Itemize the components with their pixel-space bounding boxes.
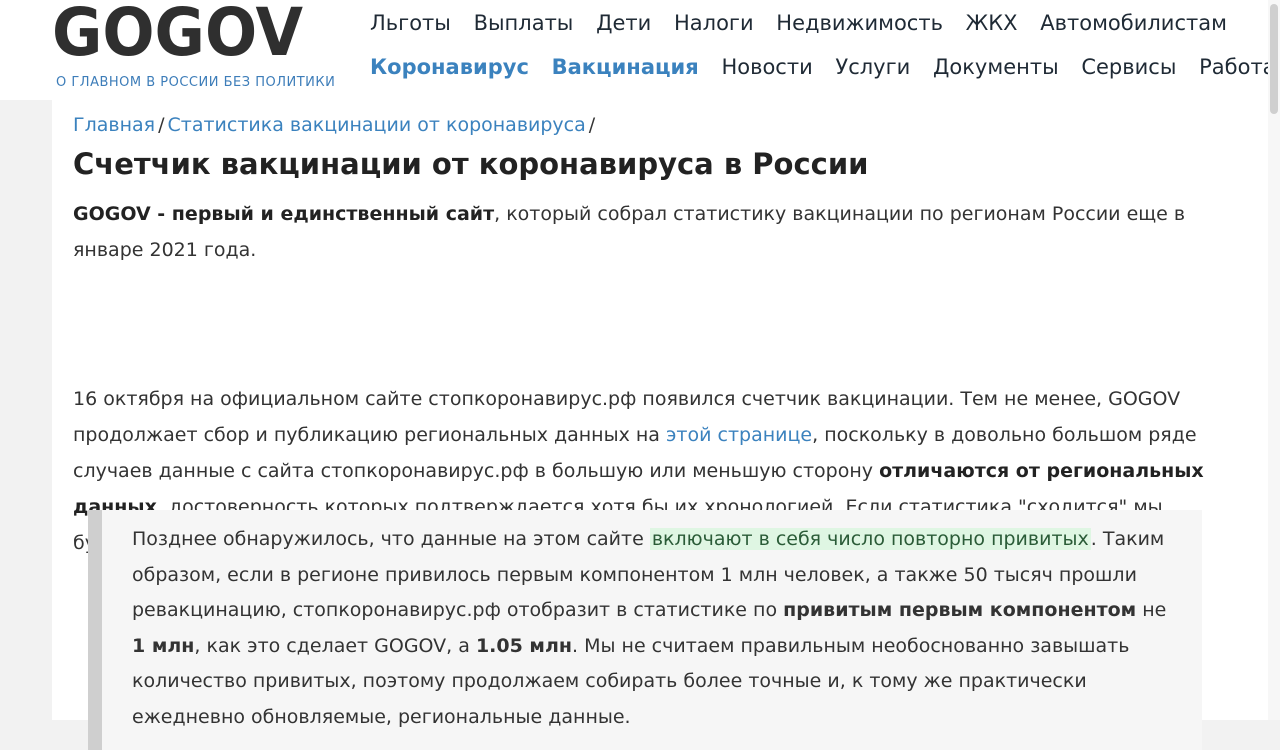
this-page-link[interactable]: этой странице	[666, 424, 812, 446]
nav-link-zhkh[interactable]: ЖКХ	[966, 9, 1018, 37]
nav-link-uslugi[interactable]: Услуги	[835, 53, 910, 81]
nav-link-deti[interactable]: Дети	[596, 9, 651, 37]
note-blockquote: Позднее обнаружилось, что данные на этом…	[88, 510, 1202, 750]
breadcrumb-separator: /	[158, 114, 165, 136]
intro-bold: GOGOV - первый и единственный сайт	[73, 203, 495, 225]
breadcrumb-separator: /	[588, 114, 596, 136]
page-scrollbar[interactable]	[1268, 0, 1280, 720]
note-text-4: , как это сделает GOGOV, а	[194, 634, 476, 657]
note-bold-2: 1 млн	[132, 634, 195, 657]
breadcrumb: Главная / Статистика вакцинации от коронав…	[73, 112, 598, 138]
intro-paragraph: GOGOV - первый и единственный сайт, кото…	[73, 196, 1213, 268]
nav-link-koronavirus[interactable]: Коронавирус	[370, 53, 529, 81]
main-nav-row-1: Льготы Выплаты Дети Налоги Недвижимость …	[370, 9, 1243, 37]
nav-link-rabota[interactable]: Работа	[1199, 53, 1275, 81]
note-text-1: Позднее обнаружилось, что данные на этом…	[132, 528, 650, 550]
nav-link-vyplaty[interactable]: Выплаты	[474, 9, 574, 37]
nav-link-dokumenty[interactable]: Документы	[933, 53, 1059, 81]
note-text: Позднее обнаружилось, что данные на этом…	[132, 522, 1182, 735]
breadcrumb-home[interactable]: Главная	[73, 114, 155, 136]
nav-link-nalogi[interactable]: Налоги	[674, 9, 754, 37]
note-bold-1: привитым первым компонентом	[783, 599, 1137, 621]
nav-link-lgoty[interactable]: Льготы	[370, 9, 451, 37]
main-nav-row-2: Коронавирус Вакцинация Новости Услуги До…	[370, 53, 1280, 81]
site-header: GOGOV О ГЛАВНОМ В РОССИИ БЕЗ ПОЛИТИКИ Ль…	[0, 0, 1280, 100]
breadcrumb-vaccination-stats[interactable]: Статистика вакцинации от коронавируса	[167, 114, 585, 136]
nav-link-nedvizhimost[interactable]: Недвижимость	[776, 9, 943, 37]
nav-link-servisy[interactable]: Сервисы	[1081, 53, 1176, 81]
note-bold-3: 1.05 млн	[475, 634, 573, 657]
main-content: Главная / Статистика вакцинации от коронав…	[52, 100, 1268, 750]
scrollbar-thumb[interactable]	[1270, 4, 1278, 114]
nav-link-novosti[interactable]: Новости	[721, 53, 812, 81]
note-highlight: включают в себя число повторно привитых	[649, 528, 1091, 550]
page-title: Счетчик вакцинации от коронавируса в Рос…	[73, 147, 869, 181]
nav-link-vakcinaciya[interactable]: Вакцинация	[552, 53, 699, 81]
nav-link-avtomobilistam[interactable]: Автомобилистам	[1040, 9, 1227, 37]
site-logo[interactable]: GOGOV	[52, 0, 303, 66]
site-tagline: О ГЛАВНОМ В РОССИИ БЕЗ ПОЛИТИКИ	[56, 75, 336, 90]
note-text-3: не	[1136, 599, 1167, 621]
